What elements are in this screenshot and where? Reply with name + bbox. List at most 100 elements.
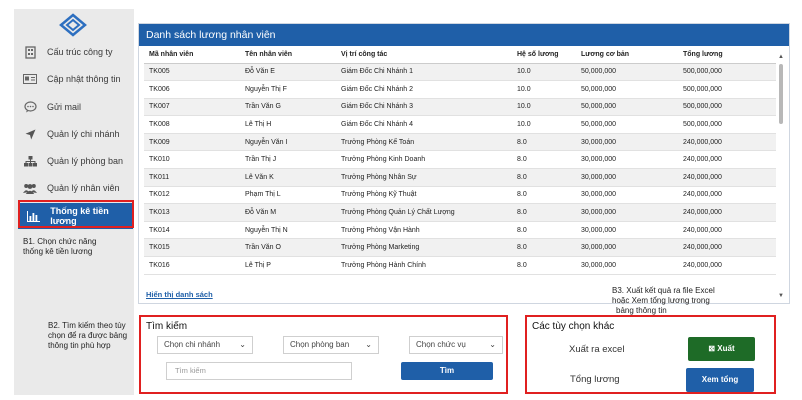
table-row[interactable]: TK011 Lê Văn K Trưởng Phòng Nhân Sự 8.0 30,0…: [144, 168, 776, 187]
export-excel-label: Xuất ra excel: [569, 344, 625, 355]
search-section: Tìm kiếm Chọn chi nhánh ⌄ Chọn phòng ban…: [139, 315, 508, 394]
id-card-icon: [23, 72, 37, 86]
table-cell: TK007: [144, 98, 240, 117]
branch-select[interactable]: Chọn chi nhánh ⌄: [157, 336, 253, 354]
table-row[interactable]: TK009 Nguyễn Văn I Trưởng Phòng Kế Toán 8.0…: [144, 133, 776, 152]
table-cell: TK012: [144, 186, 240, 205]
table-cell: Trần Văn G: [240, 98, 336, 117]
sitemap-icon: [23, 154, 37, 168]
scroll-up-icon[interactable]: ▲: [778, 54, 784, 60]
table-cell: Trưởng Phòng Marketing: [336, 238, 512, 258]
sidebar-item-employees[interactable]: Quản lý nhân viên: [14, 175, 134, 201]
view-total-button[interactable]: Xem tổng: [686, 368, 754, 392]
department-select-value: Chọn phòng ban: [290, 340, 350, 349]
sidebar-item-send-mail[interactable]: Gửi mail: [14, 94, 134, 120]
chat-bubble-icon: [23, 100, 37, 114]
table-cell: 240,000,000: [678, 186, 776, 205]
table-cell: 10.0: [512, 80, 576, 99]
table-cell: 240,000,000: [678, 133, 776, 152]
table-cell: Nguyễn Thị F: [240, 80, 336, 99]
table-cell: 240,000,000: [678, 203, 776, 222]
export-button[interactable]: ⊠ Xuất: [688, 337, 755, 361]
sidebar-item-label: Quản lý chi nhánh: [47, 129, 120, 139]
sidebar-item-departments[interactable]: Quản lý phòng ban: [14, 148, 134, 174]
table-cell: TK010: [144, 150, 240, 170]
sidebar-item-label: Cập nhật thông tin: [47, 74, 121, 84]
column-header[interactable]: Lương cơ bản: [576, 46, 678, 64]
table-row[interactable]: TK008 Lê Thị H Giám Đốc Chi Nhánh 4 10.0 50,…: [144, 115, 776, 134]
chevron-down-icon: ⌄: [239, 340, 246, 349]
table-cell: Lê Thị P: [240, 256, 336, 275]
table-cell: 30,000,000: [576, 238, 678, 258]
table-cell: 10.0: [512, 63, 576, 82]
table-cell: 50,000,000: [576, 115, 678, 134]
table-cell: Lê Thị H: [240, 115, 336, 134]
sidebar-item-update-info[interactable]: Cập nhật thông tin: [14, 66, 134, 92]
table-row[interactable]: TK012 Phạm Thị L Trưởng Phòng Kỹ Thuật 8.0 3…: [144, 186, 776, 205]
sidebar-item-branches[interactable]: Quản lý chi nhánh: [14, 121, 134, 147]
table-cell: Trưởng Phòng Vận Hành: [336, 221, 512, 240]
table-row[interactable]: TK005 Đỗ Văn E Giám Đốc Chi Nhánh 1 10.0 50,…: [144, 63, 776, 82]
table-cell: 8.0: [512, 221, 576, 240]
table-cell: 8.0: [512, 256, 576, 275]
table-cell: TK006: [144, 80, 240, 99]
step2-note: B2. Tìm kiếm theo tùy chọn để ra được bả…: [48, 321, 128, 350]
options-title: Các tùy chọn khác: [532, 321, 615, 332]
salary-list-panel: Danh sách lương nhân viên Mã nhân viên T…: [138, 23, 790, 304]
sidebar-item-company-structure[interactable]: Cấu trúc công ty: [14, 39, 134, 65]
column-header[interactable]: Vị trí công tác: [336, 46, 512, 64]
column-header[interactable]: Tên nhân viên: [240, 46, 336, 64]
sidebar-item-label: Quản lý phòng ban: [47, 156, 124, 166]
position-select[interactable]: Chọn chức vụ ⌄: [409, 336, 503, 354]
table-row[interactable]: TK013 Đỗ Văn M Trưởng Phòng Quản Lý Chất L…: [144, 203, 776, 222]
table-cell: 240,000,000: [678, 256, 776, 275]
table-cell: Trưởng Phòng Kế Toán: [336, 133, 512, 152]
step3-note: B3. Xuất kết quả ra file Excel hoặc Xem …: [612, 286, 715, 315]
scroll-thumb[interactable]: [779, 64, 783, 124]
table-cell: TK008: [144, 115, 240, 134]
table-row[interactable]: TK010 Trần Thị J Trưởng Phòng Kinh Doanh 8.…: [144, 150, 776, 170]
table-cell: 500,000,000: [678, 63, 776, 82]
table-cell: 10.0: [512, 98, 576, 117]
table-cell: 8.0: [512, 203, 576, 222]
sidebar-item-label: Gửi mail: [47, 102, 82, 112]
table-cell: 50,000,000: [576, 98, 678, 117]
table-cell: 50,000,000: [576, 63, 678, 82]
column-header[interactable]: Tổng lương: [678, 46, 776, 64]
table-cell: Trưởng Phòng Hành Chính: [336, 256, 512, 275]
table-cell: Đỗ Văn M: [240, 203, 336, 222]
table-cell: Trưởng Phòng Nhân Sự: [336, 168, 512, 187]
branch-select-value: Chọn chi nhánh: [164, 340, 221, 349]
table-row[interactable]: TK007 Trần Văn G Giám Đốc Chi Nhánh 3 10.0 5…: [144, 98, 776, 117]
scroll-down-icon[interactable]: ▼: [778, 293, 784, 299]
table-header-row: Mã nhân viên Tên nhân viên Vị trí công t…: [144, 46, 776, 64]
excel-file-icon: ⊠: [708, 344, 716, 353]
search-input[interactable]: Tìm kiếm: [166, 362, 352, 380]
table-cell: Lê Văn K: [240, 168, 336, 187]
search-button[interactable]: Tìm: [401, 362, 493, 380]
salary-table: Mã nhân viên Tên nhân viên Vị trí công t…: [144, 46, 776, 275]
show-list-link[interactable]: Hiển thị danh sách: [146, 290, 213, 299]
table-cell: Trưởng Phòng Kỹ Thuật: [336, 186, 512, 205]
table-cell: Trần Thị J: [240, 150, 336, 170]
column-header[interactable]: Hệ số lương: [512, 46, 576, 64]
chevron-down-icon: ⌄: [489, 340, 496, 349]
table-cell: 8.0: [512, 238, 576, 258]
table-cell: TK013: [144, 203, 240, 222]
step1-note: B1. Chọn chức năng thống kê tiền lương: [23, 237, 97, 256]
table-scrollbar[interactable]: ▲ ▼: [778, 54, 784, 299]
table-row[interactable]: TK015 Trần Văn O Trưởng Phòng Marketing 8.0…: [144, 238, 776, 258]
table-row[interactable]: TK006 Nguyễn Thị F Giám Đốc Chi Nhánh 2 10.…: [144, 80, 776, 99]
table-cell: Phạm Thị L: [240, 186, 336, 205]
table-cell: 8.0: [512, 168, 576, 187]
table-row[interactable]: TK014 Nguyễn Thị N Trưởng Phòng Vận Hành 8.…: [144, 221, 776, 240]
department-select[interactable]: Chọn phòng ban ⌄: [283, 336, 379, 354]
location-arrow-icon: [23, 127, 37, 141]
total-salary-label: Tổng lương: [570, 374, 620, 385]
table-cell: 240,000,000: [678, 238, 776, 258]
table-row[interactable]: TK016 Lê Thị P Trưởng Phòng Hành Chính 8.0 3…: [144, 256, 776, 275]
table-cell: TK011: [144, 168, 240, 187]
column-header[interactable]: Mã nhân viên: [144, 46, 240, 64]
users-icon: [23, 181, 37, 195]
table-cell: TK015: [144, 238, 240, 258]
